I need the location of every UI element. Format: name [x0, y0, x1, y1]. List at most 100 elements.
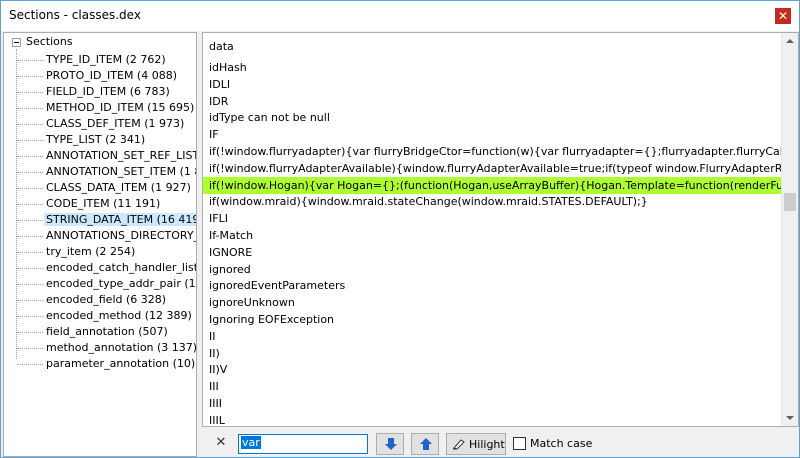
find-previous-button[interactable]	[411, 433, 439, 455]
string-row[interactable]: ignoreUnknown	[203, 294, 783, 311]
tree-item[interactable]: CODE_ITEM (11 191)	[4, 196, 196, 212]
string-row[interactable]: if(!window.flurryadapter){var flurryBrid…	[203, 143, 783, 160]
close-search-button[interactable]: ✕	[214, 435, 228, 451]
string-row[interactable]: IFLI	[203, 210, 783, 227]
tree-item[interactable]: METHOD_ID_ITEM (15 695)	[4, 100, 196, 116]
tree-item[interactable]: ANNOTATION_SET_ITEM (1 82	[4, 164, 196, 180]
find-next-button[interactable]	[376, 433, 404, 455]
tree-item[interactable]: parameter_annotation (10)	[4, 356, 196, 372]
string-row[interactable]: ignoredEventParameters	[203, 277, 783, 294]
tree-connector	[17, 140, 43, 141]
tree-connector	[17, 316, 43, 317]
tree-item-label: parameter_annotation (10)	[46, 357, 196, 370]
string-row-text: if(!window.flurryAdapterAvailable){windo…	[209, 161, 783, 175]
scroll-up-arrow-icon[interactable]	[786, 39, 794, 43]
tree-item[interactable]: encoded_catch_handler_list (1 7	[4, 260, 197, 276]
string-row-text: IGNORE	[209, 245, 253, 259]
vertical-scrollbar[interactable]	[781, 33, 798, 426]
arrow-down-icon	[385, 438, 397, 450]
tree-item[interactable]: STRING_DATA_ITEM (16 419)	[4, 212, 196, 228]
tree-item[interactable]: CLASS_DEF_ITEM (1 973)	[4, 116, 196, 132]
tree-item-label: method_annotation (3 137)	[46, 341, 197, 354]
tree-item[interactable]: CLASS_DATA_ITEM (1 927)	[4, 180, 196, 196]
scroll-down-arrow-icon[interactable]	[786, 416, 794, 420]
string-row-text: IFLI	[209, 212, 228, 226]
tree-item-label: PROTO_ID_ITEM (4 088)	[46, 69, 178, 82]
string-row[interactable]: II)	[203, 345, 783, 362]
string-row-text: ignoredEventParameters	[209, 279, 346, 293]
collapse-icon[interactable]	[12, 38, 21, 47]
tree-connector	[17, 220, 43, 221]
string-row[interactable]: IDLI	[203, 76, 783, 93]
tree-item-label: CLASS_DEF_ITEM (1 973)	[46, 117, 185, 130]
tree-connector	[17, 348, 43, 349]
string-data-list[interactable]: data idHash IDLI IDR idType can not be null…	[203, 33, 783, 426]
tree-connector	[17, 332, 43, 333]
tree-item[interactable]: method_annotation (3 137)	[4, 340, 197, 356]
string-row[interactable]: IDR	[203, 93, 783, 110]
tree-item-label: encoded_field (6 328)	[46, 293, 167, 306]
highlighter-pen-icon	[453, 439, 465, 450]
match-case-label[interactable]: Match case	[530, 437, 592, 450]
string-row[interactable]: idType can not be null	[203, 109, 783, 126]
string-row-text: IDR	[209, 94, 229, 108]
string-row[interactable]: Ignoring EOFException	[203, 311, 783, 328]
tree-item-label: FIELD_ID_ITEM (6 783)	[46, 85, 170, 98]
tree-item-label: field_annotation (507)	[46, 325, 168, 338]
string-row-text: ignoreUnknown	[209, 296, 295, 310]
hilight-button[interactable]: Hilight	[446, 433, 506, 455]
scrollbar-thumb[interactable]	[784, 193, 796, 211]
tree-item[interactable]: PROTO_ID_ITEM (4 088)	[4, 68, 196, 84]
tree-item[interactable]: encoded_type_addr_pair (1 526)	[4, 276, 196, 292]
tree-item-label: CLASS_DATA_ITEM (1 927)	[46, 181, 191, 194]
tree-item[interactable]: try_item (2 254)	[4, 244, 196, 260]
search-input[interactable]: var	[238, 434, 368, 454]
search-bar: ✕ var Hilight Match case	[202, 430, 799, 458]
string-row-text: idHash	[209, 61, 247, 74]
string-row[interactable]: IIIL	[203, 412, 783, 426]
tree-item[interactable]: TYPE_ID_ITEM (2 762)	[4, 52, 196, 68]
string-row-text: III	[209, 380, 219, 394]
tree-connector	[17, 172, 43, 173]
tree-item[interactable]: encoded_method (12 389)	[4, 308, 196, 324]
tree-connector	[17, 284, 43, 285]
string-row[interactable]: if(window.mraid){window.mraid.stateChang…	[203, 193, 783, 210]
tree-item-label: METHOD_ID_ITEM (15 695)	[46, 101, 195, 114]
tree-item-label: ANNOTATIONS_DIRECTORY_	[46, 229, 197, 242]
string-row[interactable]: IGNORE	[203, 244, 783, 261]
string-row[interactable]: if(!window.Hogan){var Hogan={};(function…	[203, 176, 783, 194]
tree-connector	[17, 124, 43, 125]
tree-item-label: CODE_ITEM (11 191)	[46, 197, 161, 210]
tree-item[interactable]: ANNOTATION_SET_REF_LIST	[4, 148, 196, 164]
tree-connector	[17, 60, 43, 61]
tree-connector	[17, 108, 43, 109]
tree-connector	[17, 156, 43, 157]
string-row[interactable]: IF	[203, 126, 783, 143]
string-row[interactable]: II)V	[203, 361, 783, 378]
string-row-text: IIIL	[209, 413, 225, 426]
string-row[interactable]: idHash	[203, 59, 783, 76]
match-case-checkbox[interactable]	[513, 437, 526, 450]
tree-item[interactable]: FIELD_ID_ITEM (6 783)	[4, 84, 196, 100]
close-window-button[interactable]: ✕	[775, 8, 791, 24]
tree-item[interactable]: ANNOTATIONS_DIRECTORY_	[4, 228, 197, 244]
string-row[interactable]: If-Match	[203, 227, 783, 244]
tree-item-label: TYPE_LIST (2 341)	[46, 133, 146, 146]
tree-item[interactable]: field_annotation (507)	[4, 324, 196, 340]
string-row[interactable]: if(!window.flurryAdapterAvailable){windo…	[203, 160, 783, 177]
string-row[interactable]: IIII	[203, 395, 783, 412]
string-row[interactable]: II	[203, 328, 783, 345]
tree-item-label: encoded_catch_handler_list (1 7	[46, 261, 197, 274]
tree-connector	[17, 236, 43, 237]
string-row[interactable]: ignored	[203, 261, 783, 278]
sections-tree[interactable]: Sections TYPE_ID_ITEM (2 762) PROTO_ID_IT…	[3, 32, 197, 457]
tree-connector	[17, 76, 43, 77]
tree-item[interactable]: encoded_field (6 328)	[4, 292, 196, 308]
string-row-text: If-Match	[209, 229, 254, 242]
tree-item-label: encoded_method (12 389)	[46, 309, 192, 322]
title-bar: Sections - classes.dex ✕	[1, 1, 799, 31]
string-row[interactable]: III	[203, 378, 783, 395]
tree-item[interactable]: TYPE_LIST (2 341)	[4, 132, 196, 148]
tree-connector	[17, 364, 43, 365]
tree-connector	[17, 268, 43, 269]
